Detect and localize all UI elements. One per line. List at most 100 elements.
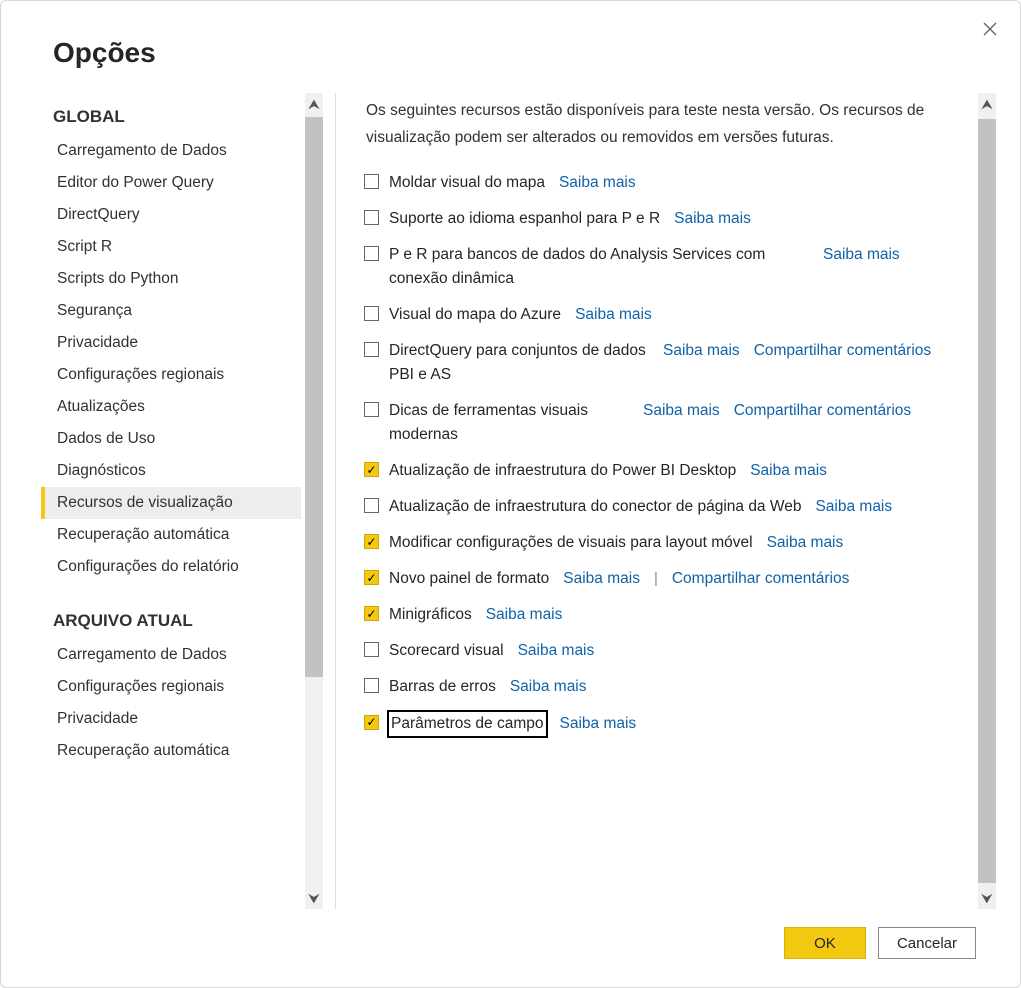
feature-shape-map: Moldar visual do mapa Saiba mais: [360, 165, 958, 201]
feature-field-parameters: Parâmetros de campo Saiba mais: [360, 706, 958, 742]
nav-file-regional[interactable]: Configurações regionais: [41, 671, 301, 703]
feature-qna-as-live: P e R para bancos de dados do Analysis S…: [360, 237, 958, 297]
checkbox-modern-tooltips[interactable]: [364, 402, 379, 417]
scroll-up-icon[interactable]: ⮝: [978, 93, 996, 115]
checkbox-shape-map[interactable]: [364, 174, 379, 189]
sidebar: GLOBAL Carregamento de Dados Editor do P…: [41, 93, 305, 909]
ok-button[interactable]: OK: [784, 927, 866, 959]
content-scroll-thumb[interactable]: [978, 119, 996, 883]
feature-desktop-infra: Atualização de infraestrutura do Power B…: [360, 453, 958, 489]
nav-global-privacy[interactable]: Privacidade: [41, 327, 301, 359]
nav-global-report-settings[interactable]: Configurações do relatório: [41, 551, 301, 583]
share-feedback-link[interactable]: Compartilhar comentários: [754, 342, 931, 360]
sidebar-wrap: GLOBAL Carregamento de Dados Editor do P…: [1, 93, 323, 909]
nav-global-directquery[interactable]: DirectQuery: [41, 199, 301, 231]
checkbox-new-format-pane[interactable]: [364, 570, 379, 585]
feature-azure-map: Visual do mapa do Azure Saiba mais: [360, 297, 958, 333]
feature-scorecard: Scorecard visual Saiba mais: [360, 633, 958, 669]
cancel-button[interactable]: Cancelar: [878, 927, 976, 959]
content-scrollbar[interactable]: ⮝ ⮟: [978, 93, 996, 909]
feature-modern-tooltips: Dicas de ferramentas visuais modernas Sa…: [360, 393, 958, 453]
content-panel: Os seguintes recursos estão disponíveis …: [354, 93, 978, 909]
checkbox-azure-map[interactable]: [364, 306, 379, 321]
learn-more-link[interactable]: Saiba mais: [559, 174, 636, 192]
nav-global-preview-features[interactable]: Recursos de visualização: [41, 487, 301, 519]
dialog-body: GLOBAL Carregamento de Dados Editor do P…: [1, 93, 1020, 909]
feature-error-bars: Barras de erros Saiba mais: [360, 669, 958, 705]
learn-more-link[interactable]: Saiba mais: [823, 246, 900, 264]
feature-label: Barras de erros: [389, 675, 496, 699]
feature-web-connector-infra: Atualização de infraestrutura do conecto…: [360, 489, 958, 525]
feature-spanish-qna: Suporte ao idioma espanhol para P e R Sa…: [360, 201, 958, 237]
feature-label: P e R para bancos de dados do Analysis S…: [389, 243, 809, 291]
learn-more-link[interactable]: Saiba mais: [486, 606, 563, 624]
checkbox-spanish-qna[interactable]: [364, 210, 379, 225]
learn-more-link[interactable]: Saiba mais: [510, 678, 587, 696]
sidebar-scrollbar[interactable]: ⮝ ⮟: [305, 93, 323, 909]
checkbox-sparklines[interactable]: [364, 606, 379, 621]
learn-more-link[interactable]: Saiba mais: [575, 306, 652, 324]
checkbox-field-parameters[interactable]: [364, 715, 379, 730]
dialog-footer: OK Cancelar: [1, 909, 1020, 987]
separator-pipe: |: [654, 570, 658, 587]
feature-label: Suporte ao idioma espanhol para P e R: [389, 207, 660, 231]
feature-label: Visual do mapa do Azure: [389, 303, 561, 327]
nav-global-security[interactable]: Segurança: [41, 295, 301, 327]
feature-sparklines: Minigráficos Saiba mais: [360, 597, 958, 633]
feature-new-format-pane: Novo painel de formato Saiba mais | Comp…: [360, 561, 958, 597]
checkbox-error-bars[interactable]: [364, 678, 379, 693]
nav-global-data-load[interactable]: Carregamento de Dados: [41, 135, 301, 167]
nav-global-power-query[interactable]: Editor do Power Query: [41, 167, 301, 199]
nav-global-diagnostics[interactable]: Diagnósticos: [41, 455, 301, 487]
nav-global-usage-data[interactable]: Dados de Uso: [41, 423, 301, 455]
learn-more-link[interactable]: Saiba mais: [767, 534, 844, 552]
options-dialog: Opções GLOBAL Carregamento de Dados Edit…: [0, 0, 1021, 988]
feature-label: Atualização de infraestrutura do conecto…: [389, 495, 801, 519]
sidebar-scroll-thumb[interactable]: [305, 117, 323, 677]
share-feedback-link[interactable]: Compartilhar comentários: [734, 402, 911, 420]
learn-more-link[interactable]: Saiba mais: [674, 210, 751, 228]
sidebar-section-file: ARQUIVO ATUAL: [41, 605, 301, 639]
learn-more-link[interactable]: Saiba mais: [643, 402, 720, 420]
learn-more-link[interactable]: Saiba mais: [518, 642, 595, 660]
feature-label: Atualização de infraestrutura do Power B…: [389, 459, 736, 483]
content-wrap: Os seguintes recursos estão disponíveis …: [354, 93, 996, 909]
feature-label: Minigráficos: [389, 603, 472, 627]
sidebar-section-global: GLOBAL: [41, 101, 301, 135]
learn-more-link[interactable]: Saiba mais: [815, 498, 892, 516]
close-icon[interactable]: [978, 17, 1002, 41]
share-feedback-link[interactable]: Compartilhar comentários: [672, 570, 849, 588]
scroll-down-icon[interactable]: ⮟: [305, 887, 323, 909]
nav-global-r-script[interactable]: Script R: [41, 231, 301, 263]
scroll-up-icon[interactable]: ⮝: [305, 93, 323, 115]
feature-label: Novo painel de formato: [389, 567, 549, 591]
nav-file-data-load[interactable]: Carregamento de Dados: [41, 639, 301, 671]
nav-global-regional[interactable]: Configurações regionais: [41, 359, 301, 391]
preview-description: Os seguintes recursos estão disponíveis …: [360, 93, 958, 165]
feature-directquery-pbi-as: DirectQuery para conjuntos de dados PBI …: [360, 333, 958, 393]
feature-label: DirectQuery para conjuntos de dados PBI …: [389, 339, 649, 387]
dialog-title: Opções: [1, 1, 1020, 93]
checkbox-desktop-infra[interactable]: [364, 462, 379, 477]
learn-more-link[interactable]: Saiba mais: [663, 342, 740, 360]
checkbox-mobile-layout[interactable]: [364, 534, 379, 549]
feature-label: Modificar configurações de visuais para …: [389, 531, 753, 555]
learn-more-link[interactable]: Saiba mais: [563, 570, 640, 588]
vertical-divider: [335, 93, 336, 909]
nav-file-autorecovery[interactable]: Recuperação automática: [41, 735, 301, 767]
feature-label: Scorecard visual: [389, 639, 504, 663]
feature-label: Moldar visual do mapa: [389, 171, 545, 195]
feature-mobile-layout: Modificar configurações de visuais para …: [360, 525, 958, 561]
nav-global-python[interactable]: Scripts do Python: [41, 263, 301, 295]
nav-global-autorecovery[interactable]: Recuperação automática: [41, 519, 301, 551]
checkbox-directquery-pbi-as[interactable]: [364, 342, 379, 357]
nav-file-privacy[interactable]: Privacidade: [41, 703, 301, 735]
learn-more-link[interactable]: Saiba mais: [750, 462, 827, 480]
nav-global-updates[interactable]: Atualizações: [41, 391, 301, 423]
scroll-down-icon[interactable]: ⮟: [978, 887, 996, 909]
feature-label: Parâmetros de campo: [389, 712, 546, 736]
checkbox-qna-as-live[interactable]: [364, 246, 379, 261]
learn-more-link[interactable]: Saiba mais: [560, 715, 637, 733]
checkbox-web-connector-infra[interactable]: [364, 498, 379, 513]
checkbox-scorecard[interactable]: [364, 642, 379, 657]
